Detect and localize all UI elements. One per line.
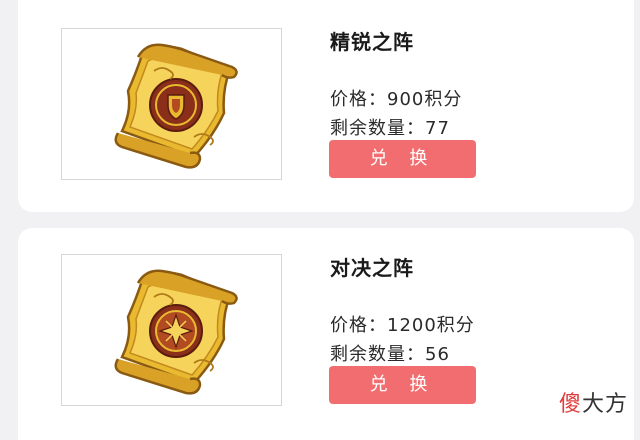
item-price: 价格：900积分 (330, 89, 463, 110)
item-remaining: 剩余数量：56 (330, 344, 450, 365)
item-price: 价格：1200积分 (330, 315, 475, 336)
redeem-button[interactable]: 兑 换 (329, 140, 476, 178)
scroll-icon (114, 43, 238, 169)
reward-card-1: 精锐之阵 价格：900积分 剩余数量：77 兑 换 (18, 0, 634, 212)
reward-card-2: 对决之阵 价格：1200积分 剩余数量：56 兑 换 (18, 228, 634, 440)
item-image-frame (61, 254, 282, 406)
watermark-part-2: 大方 (581, 392, 628, 417)
item-remaining: 剩余数量：77 (330, 118, 450, 139)
item-title: 精锐之阵 (330, 30, 414, 54)
item-title: 对决之阵 (330, 256, 414, 280)
redeem-button[interactable]: 兑 换 (329, 366, 476, 404)
scroll-icon (114, 269, 238, 395)
item-image-frame (61, 28, 282, 180)
watermark: 傻大方 (559, 386, 628, 418)
watermark-part-1: 傻 (558, 392, 582, 417)
